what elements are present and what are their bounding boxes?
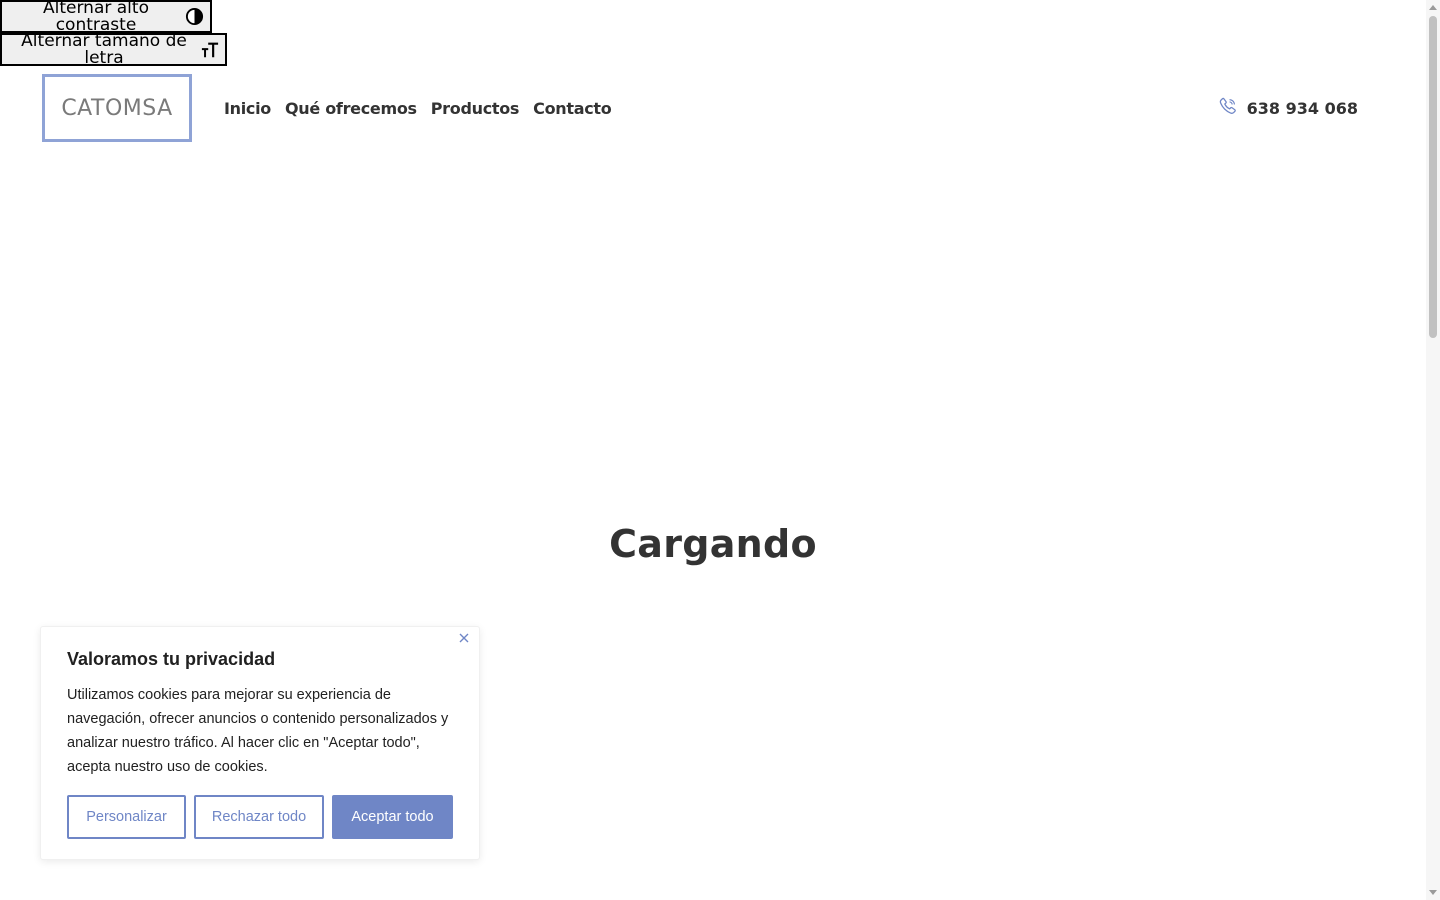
cookie-description: Utilizamos cookies para mejorar su exper… bbox=[67, 687, 449, 775]
site-logo[interactable]: CATOMSA bbox=[42, 74, 192, 142]
page-scrollbar[interactable] bbox=[1426, 0, 1440, 900]
toggle-contrast-button[interactable]: Alternar alto contraste bbox=[0, 0, 212, 33]
close-icon[interactable] bbox=[457, 631, 471, 645]
phone-icon bbox=[1219, 97, 1237, 119]
font-size-icon bbox=[201, 41, 219, 59]
main-nav: Inicio Qué ofrecemos Productos Contacto bbox=[224, 74, 612, 142]
contrast-icon bbox=[185, 7, 204, 26]
cookie-banner: Valoramos tu privacidad Utilizamos cooki… bbox=[40, 626, 480, 860]
customize-button[interactable]: Personalizar bbox=[67, 795, 186, 839]
phone-link[interactable]: 638 934 068 bbox=[1219, 74, 1358, 142]
scroll-up-icon[interactable] bbox=[1429, 5, 1437, 10]
site-header: CATOMSA Inicio Qué ofrecemos Productos C… bbox=[0, 74, 1426, 142]
toggle-font-size-button[interactable]: Alternar tamaño de letra bbox=[0, 30, 227, 68]
scrollbar-thumb[interactable] bbox=[1429, 16, 1437, 338]
cookie-title: Valoramos tu privacidad bbox=[67, 649, 276, 669]
cookie-actions: Personalizar Rechazar todo Aceptar todo bbox=[67, 795, 453, 839]
nav-item-que-ofrecemos[interactable]: Qué ofrecemos bbox=[285, 99, 417, 118]
toggle-font-size-label: Alternar tamaño de letra bbox=[21, 30, 187, 68]
nav-item-inicio[interactable]: Inicio bbox=[224, 99, 271, 118]
phone-number: 638 934 068 bbox=[1246, 98, 1358, 118]
accept-all-button[interactable]: Aceptar todo bbox=[332, 795, 453, 839]
loading-text: Cargando bbox=[609, 522, 817, 566]
nav-item-productos[interactable]: Productos bbox=[431, 99, 520, 118]
reject-all-button[interactable]: Rechazar todo bbox=[194, 795, 324, 839]
toggle-contrast-label: Alternar alto contraste bbox=[43, 0, 149, 35]
scroll-down-icon[interactable] bbox=[1429, 890, 1437, 895]
nav-item-contacto[interactable]: Contacto bbox=[533, 99, 612, 118]
